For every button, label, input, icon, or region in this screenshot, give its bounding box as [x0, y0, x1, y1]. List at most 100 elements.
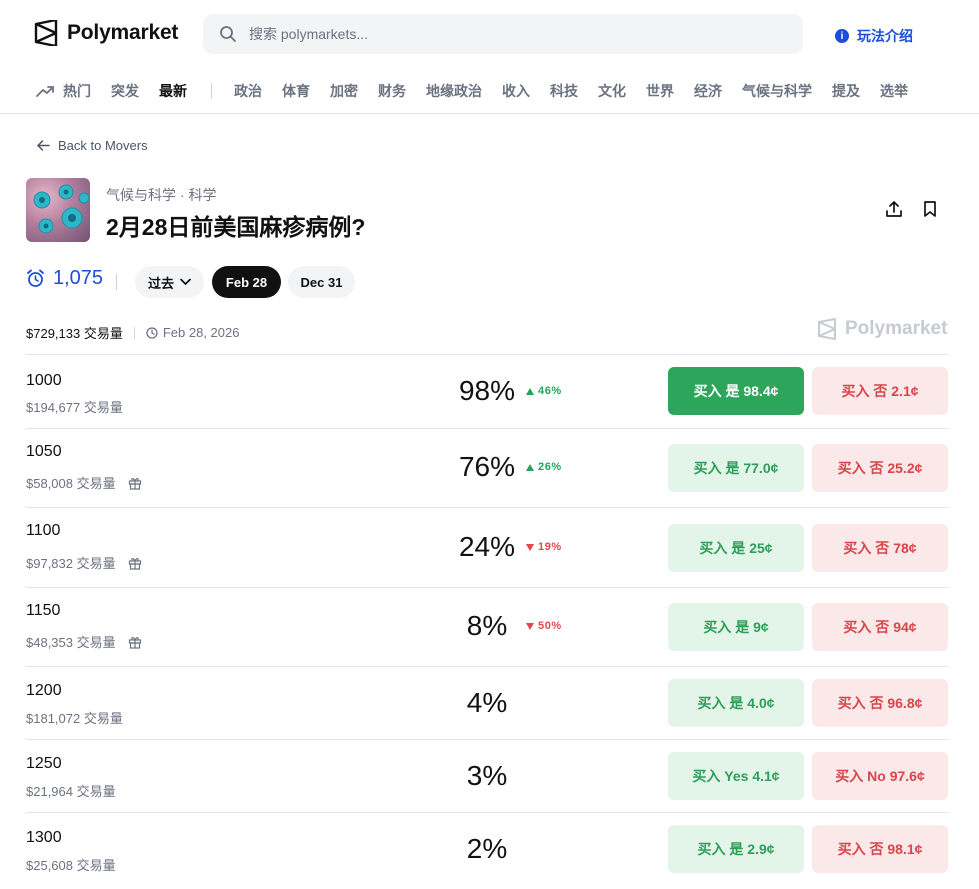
market-actions [885, 200, 939, 218]
outcome-name: 1300 [26, 829, 62, 846]
volume-text: $21,964 交易量 [26, 784, 116, 799]
buy-yes-button[interactable]: 买入 是 4.0¢ [668, 679, 804, 727]
nav-label: 提及 [832, 82, 860, 99]
buy-no-button[interactable]: 买入 否 94¢ [812, 603, 948, 651]
buy-no-button[interactable]: 买入 否 78¢ [812, 524, 948, 572]
nav-item-new[interactable]: 最新 [159, 81, 187, 101]
nav-item-category[interactable]: 体育 [282, 81, 310, 101]
buy-no-button[interactable]: 买入 否 96.8¢ [812, 679, 948, 727]
back-label: Back to Movers [58, 138, 148, 153]
howto-link[interactable]: i 玩法介绍 [835, 26, 913, 46]
change-value: 50% [538, 620, 562, 632]
nav-item-category[interactable]: 地缘政治 [426, 81, 482, 101]
outcome-name: 1150 [26, 602, 61, 619]
buy-no-button[interactable]: 买入 否 98.1¢ [812, 825, 948, 873]
nav-item-category[interactable]: 收入 [502, 81, 530, 101]
nav-label: 最新 [159, 82, 187, 99]
gift-icon[interactable] [128, 635, 142, 649]
volume-text: $97,832 交易量 [26, 556, 116, 571]
nav-label: 科技 [550, 82, 578, 99]
nav-item-category[interactable]: 气候与科学 [742, 81, 812, 101]
tab-dec-31[interactable]: Dec 31 [288, 266, 355, 298]
nav-item-category[interactable]: 财务 [378, 81, 406, 101]
trending-icon [36, 85, 54, 97]
outcome-list: 1000 $194,677 交易量 98% 46% 买入 是 98.4¢ 买入 … [26, 354, 948, 887]
volume-text: $58,008 交易量 [26, 476, 116, 491]
nav-label: 加密 [330, 82, 358, 99]
nav-item-trending[interactable]: 热门 [36, 81, 91, 101]
outcome-row[interactable]: 1050 $58,008 交易量 76% 26% 买入 是 77.0¢ 买入 否… [26, 429, 948, 508]
outcome-volume: $97,832 交易量 [26, 553, 142, 572]
outcome-probability: 76% [458, 451, 516, 482]
nav-item-breaking[interactable]: 突发 [111, 81, 139, 101]
buy-no-button[interactable]: 买入 No 97.6¢ [812, 752, 948, 800]
nav-item-category[interactable]: 政治 [234, 81, 262, 101]
howto-label: 玩法介绍 [857, 28, 913, 44]
triangle-up-icon [526, 463, 534, 471]
nav-item-category[interactable]: 加密 [330, 81, 358, 101]
volume-text: $194,677 交易量 [26, 400, 123, 415]
nav-label: 世界 [646, 82, 674, 99]
gift-icon[interactable] [128, 476, 142, 490]
outcome-probability: 4% [466, 687, 508, 718]
tab-label: Feb 28 [225, 274, 268, 290]
bookmark-icon[interactable] [921, 200, 939, 218]
outcome-row[interactable]: 1250 $21,964 交易量 3% 买入 Yes 4.1¢ 买入 No 97… [26, 740, 948, 813]
logo-text: Polymarket [67, 21, 179, 44]
buy-no-button[interactable]: 买入 否 25.2¢ [812, 444, 948, 492]
top-bar: Polymarket i 玩法介绍 [0, 0, 979, 68]
outcome-volume: $25,608 交易量 [26, 855, 116, 874]
search-bar[interactable] [203, 14, 803, 54]
probability-change: 50% [526, 620, 562, 632]
market-count[interactable]: 1,075 [26, 267, 103, 290]
nav-label: 选举 [880, 82, 908, 99]
outcome-row[interactable]: 1300 $25,608 交易量 2% 买入 是 2.9¢ 买入 否 98.1¢ [26, 813, 948, 887]
buy-no-button[interactable]: 买入 否 2.1¢ [812, 367, 948, 415]
nav-item-category[interactable]: 文化 [598, 81, 626, 101]
outcome-row[interactable]: 1150 $48,353 交易量 8% 50% 买入 是 9¢ 买入 否 94¢ [26, 588, 948, 667]
outcome-name: 1200 [26, 682, 62, 699]
buy-yes-button[interactable]: 买入 是 77.0¢ [668, 444, 804, 492]
tab-past[interactable]: 过去 [135, 266, 204, 298]
share-icon[interactable] [885, 200, 903, 218]
outcome-row[interactable]: 1200 $181,072 交易量 4% 买入 是 4.0¢ 买入 否 96.8… [26, 667, 948, 740]
logo[interactable]: Polymarket [34, 20, 178, 46]
nav-label: 气候与科学 [742, 82, 812, 99]
nav-item-category[interactable]: 提及 [832, 81, 860, 101]
change-value: 46% [538, 385, 562, 397]
back-link[interactable]: Back to Movers [37, 138, 148, 153]
buy-yes-button[interactable]: 买入 是 9¢ [668, 603, 804, 651]
triangle-down-icon [526, 622, 534, 630]
info-icon: i [835, 29, 849, 43]
nav-label: 财务 [378, 82, 406, 99]
outcome-probability: 3% [466, 760, 508, 791]
nav-label: 文化 [598, 82, 626, 99]
nav-label: 突发 [111, 82, 139, 99]
nav-item-category[interactable]: 世界 [646, 81, 674, 101]
outcome-probability: 98% [458, 375, 516, 406]
tab-label: Dec 31 [300, 274, 343, 290]
outcome-volume: $58,008 交易量 [26, 473, 142, 492]
buy-yes-button[interactable]: 买入 Yes 4.1¢ [668, 752, 804, 800]
outcome-row[interactable]: 1100 $97,832 交易量 24% 19% 买入 是 25¢ 买入 否 7… [26, 508, 948, 588]
buy-yes-button[interactable]: 买入 是 98.4¢ [668, 367, 804, 415]
outcome-row[interactable]: 1000 $194,677 交易量 98% 46% 买入 是 98.4¢ 买入 … [26, 355, 948, 429]
triangle-down-icon [526, 543, 534, 551]
buy-yes-button[interactable]: 买入 是 25¢ [668, 524, 804, 572]
nav-divider [211, 82, 212, 99]
clock-icon [146, 326, 158, 339]
tab-feb-28[interactable]: Feb 28 [212, 266, 281, 298]
search-icon [220, 26, 236, 42]
nav-item-category[interactable]: 经济 [694, 81, 722, 101]
nav-item-category[interactable]: 选举 [880, 81, 908, 101]
alarm-icon [27, 269, 44, 287]
outcome-name: 1100 [26, 522, 61, 539]
buy-yes-button[interactable]: 买入 是 2.9¢ [668, 825, 804, 873]
search-input[interactable] [249, 26, 769, 42]
nav-item-category[interactable]: 科技 [550, 81, 578, 101]
back-arrow-icon [37, 140, 50, 151]
nav-label: 经济 [694, 82, 722, 99]
outcome-probability: 8% [466, 610, 508, 641]
gift-icon[interactable] [128, 556, 142, 570]
outcome-name: 1050 [26, 443, 62, 460]
